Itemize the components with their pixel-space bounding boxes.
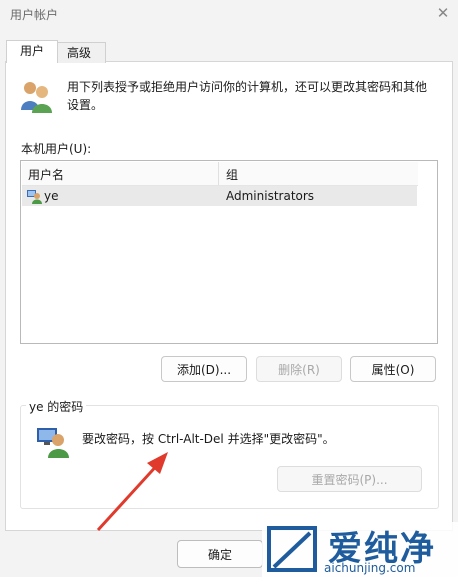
change-password-hint: 要改密码，按 Ctrl-Alt-Del 并选择"更改密码"。 bbox=[82, 432, 335, 446]
row-group: Administrators bbox=[226, 189, 315, 203]
local-users-label: 本机用户(U): bbox=[21, 142, 92, 156]
reset-password-button[interactable]: 重置密码(P)... bbox=[277, 466, 422, 492]
window-title: 用户帐户 bbox=[10, 8, 59, 22]
description-text: 用下列表授予或拒绝用户访问你的计算机，还可以更改其密码和其他设置。 bbox=[67, 80, 428, 112]
brand-logo-icon bbox=[267, 526, 317, 572]
column-divider[interactable] bbox=[218, 162, 219, 185]
column-header-username[interactable]: 用户名 bbox=[28, 166, 64, 183]
add-button[interactable]: 添加(D)... bbox=[161, 356, 247, 382]
user-account-icon bbox=[27, 190, 42, 204]
tab-users[interactable]: 用户 bbox=[6, 40, 58, 63]
ok-button[interactable]: 确定 bbox=[177, 540, 263, 568]
properties-button[interactable]: 属性(O) bbox=[350, 356, 436, 382]
remove-button[interactable]: 删除(R) bbox=[256, 356, 342, 382]
close-icon[interactable]: ✕ bbox=[432, 2, 454, 24]
tab-advanced[interactable]: 高级 bbox=[52, 42, 106, 63]
row-username: ye bbox=[44, 189, 59, 203]
users-icon bbox=[21, 82, 52, 113]
column-header-group[interactable]: 组 bbox=[226, 166, 238, 183]
watermark-url: aichunjing.com bbox=[324, 561, 416, 575]
list-header bbox=[22, 162, 418, 186]
table-row[interactable] bbox=[22, 186, 417, 206]
password-group bbox=[20, 405, 439, 509]
password-group-title: ye 的密码 bbox=[26, 398, 87, 415]
user-password-icon bbox=[37, 428, 69, 458]
